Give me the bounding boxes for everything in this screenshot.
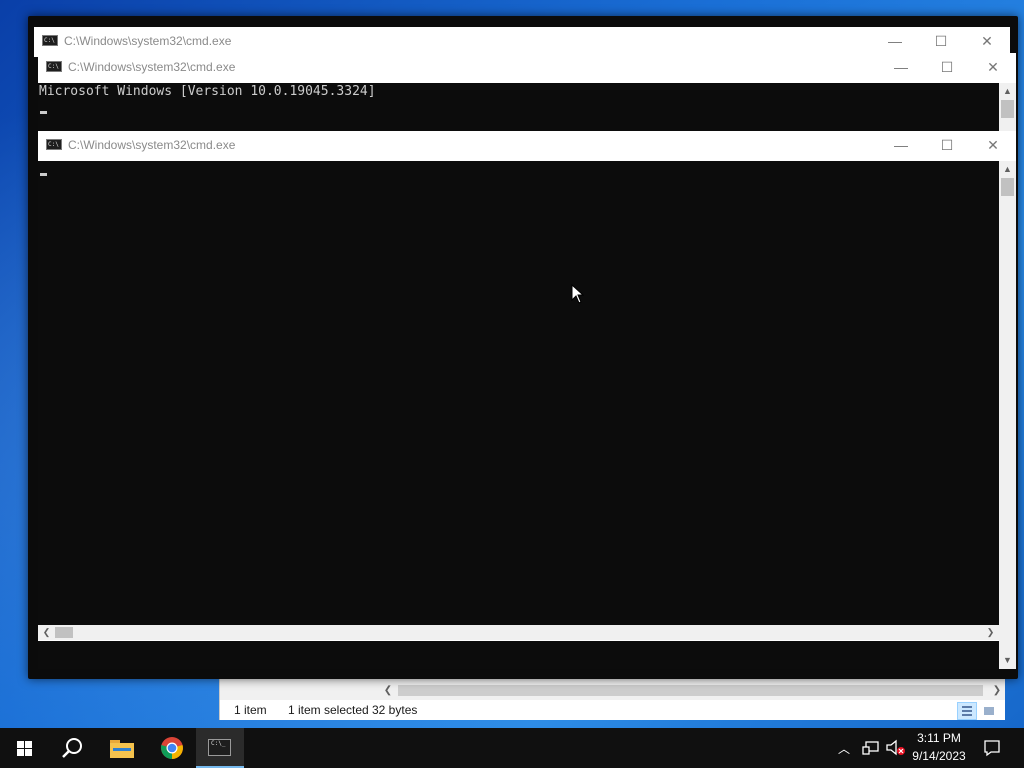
clock-time[interactable]: 3:11 PM bbox=[904, 731, 974, 745]
status-bar: 1 item 1 item selected 32 bytes bbox=[220, 700, 1005, 720]
start-button[interactable] bbox=[0, 728, 48, 768]
scrollbar-thumb[interactable] bbox=[1001, 178, 1014, 196]
network-icon[interactable] bbox=[862, 740, 880, 756]
volume-muted-icon[interactable] bbox=[886, 739, 906, 757]
chevron-up-icon: ︿ bbox=[838, 742, 851, 756]
scroll-up-arrow-icon[interactable]: ▲ bbox=[999, 161, 1016, 178]
chrome-icon bbox=[160, 737, 183, 759]
clock-date[interactable]: 9/14/2023 bbox=[904, 749, 974, 763]
large-icons-view-button[interactable] bbox=[979, 702, 999, 720]
cmd-icon: C:\_ bbox=[208, 739, 231, 756]
item-count: 1 item bbox=[234, 703, 267, 717]
cmd-window-3[interactable]: C:\ C:\Windows\system32\cmd.exe — ☐ ✕ ▲ … bbox=[38, 131, 1016, 640]
mouse-pointer-icon bbox=[571, 284, 584, 304]
file-explorer-icon bbox=[110, 740, 134, 758]
scroll-down-arrow-icon[interactable]: ▼ bbox=[999, 652, 1016, 669]
notifications-icon[interactable] bbox=[983, 739, 1001, 757]
scrollbar-thumb[interactable] bbox=[1001, 100, 1014, 118]
text-cursor bbox=[40, 111, 47, 114]
start-icon bbox=[17, 741, 32, 756]
window-title: C:\Windows\system32\cmd.exe bbox=[64, 34, 232, 48]
scrollbar-thumb[interactable] bbox=[398, 685, 983, 696]
horizontal-scrollbar[interactable]: ❮ ❯ bbox=[380, 682, 1005, 699]
show-hidden-icons-button[interactable]: ︿ bbox=[838, 740, 850, 757]
console-bottom bbox=[38, 641, 999, 669]
selected-count: 1 item selected bbox=[288, 703, 369, 717]
cmd-taskbar-button[interactable]: C:\_ bbox=[196, 728, 244, 768]
scroll-left-arrow-icon[interactable]: ❮ bbox=[380, 682, 396, 699]
window-title: C:\Windows\system32\cmd.exe bbox=[68, 60, 236, 74]
maximize-button[interactable]: ☐ bbox=[924, 53, 970, 82]
file-explorer-window: ❮ ❯ 1 item 1 item selected 32 bytes bbox=[219, 678, 1005, 720]
console-output[interactable] bbox=[38, 161, 999, 625]
cmd-icon: C:\ bbox=[42, 35, 58, 46]
close-button[interactable]: ✕ bbox=[970, 131, 1016, 160]
console-output[interactable]: Microsoft Windows [Version 10.0.19045.33… bbox=[38, 83, 999, 133]
minimize-button[interactable]: — bbox=[878, 53, 924, 82]
scroll-right-arrow-icon[interactable]: ❯ bbox=[982, 624, 999, 641]
scroll-right-arrow-icon[interactable]: ❯ bbox=[989, 682, 1005, 699]
scrollbar-thumb[interactable] bbox=[55, 627, 73, 638]
title-bar[interactable]: C:\ C:\Windows\system32\cmd.exe — ☐ ✕ bbox=[34, 27, 1010, 56]
selected-size: 32 bytes bbox=[372, 703, 418, 717]
title-bar[interactable]: C:\ C:\Windows\system32\cmd.exe — ☐ ✕ bbox=[38, 53, 1016, 82]
details-view-button[interactable] bbox=[957, 702, 977, 720]
version-line: Microsoft Windows [Version 10.0.19045.33… bbox=[39, 84, 376, 99]
scroll-left-arrow-icon[interactable]: ❮ bbox=[38, 624, 55, 641]
maximize-button[interactable]: ☐ bbox=[924, 131, 970, 160]
title-bar[interactable]: C:\ C:\Windows\system32\cmd.exe — ☐ ✕ bbox=[38, 131, 1016, 160]
chrome-taskbar-button[interactable] bbox=[148, 728, 196, 768]
minimize-button[interactable]: — bbox=[872, 27, 918, 56]
maximize-button[interactable]: ☐ bbox=[918, 27, 964, 56]
vertical-scrollbar[interactable]: ▲ bbox=[999, 161, 1016, 640]
cmd-icon: C:\ bbox=[46, 139, 62, 150]
window-title: C:\Windows\system32\cmd.exe bbox=[68, 138, 236, 152]
scroll-up-arrow-icon[interactable]: ▲ bbox=[999, 83, 1016, 100]
horizontal-scrollbar[interactable]: ❮ ❯ bbox=[38, 625, 999, 640]
cmd-icon: C:\ bbox=[46, 61, 62, 72]
taskbar: C:\_ ︿ 3:11 PM 9/14/2023 bbox=[0, 728, 1024, 768]
minimize-button[interactable]: — bbox=[878, 131, 924, 160]
file-explorer-taskbar-button[interactable] bbox=[98, 728, 146, 768]
text-cursor bbox=[40, 173, 47, 176]
search-icon bbox=[62, 738, 82, 758]
close-button[interactable]: ✕ bbox=[964, 27, 1010, 56]
search-button[interactable] bbox=[48, 728, 96, 768]
close-button[interactable]: ✕ bbox=[970, 53, 1016, 82]
